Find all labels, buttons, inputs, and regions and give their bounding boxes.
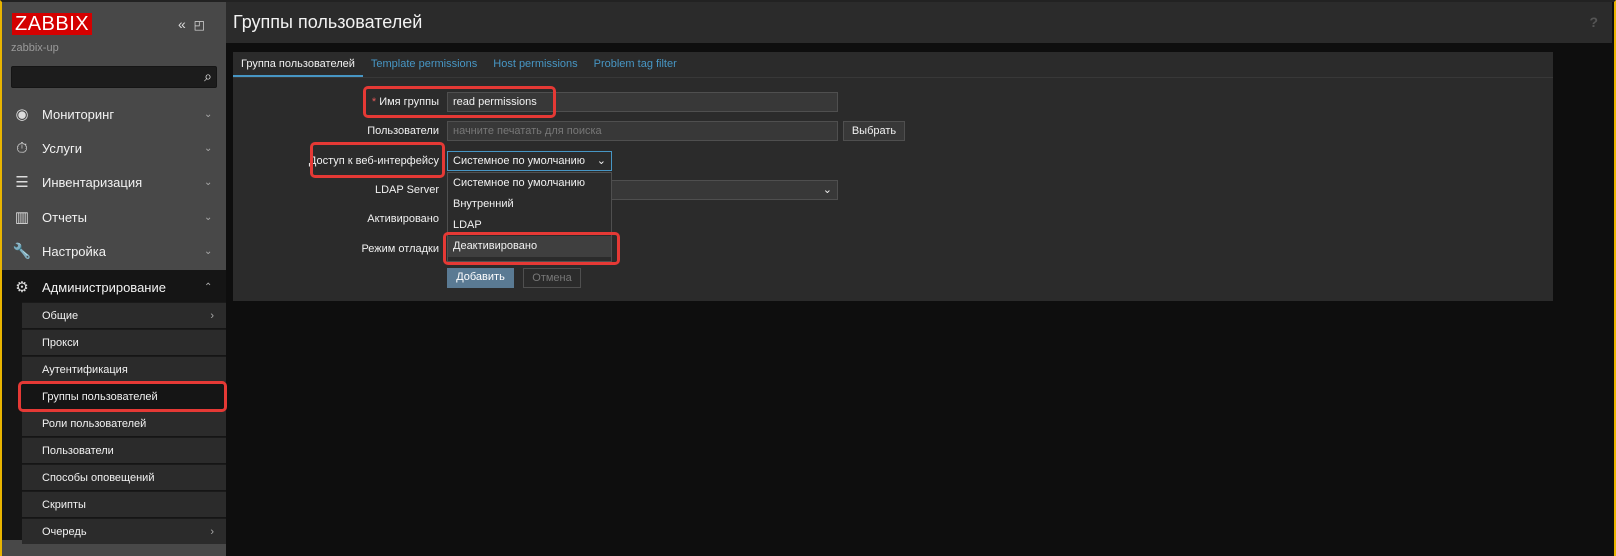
list-icon: ☰ — [15, 174, 29, 191]
menu-services[interactable]: ⏱ Услуги ⌄ — [2, 131, 226, 165]
eye-icon: ◉ — [15, 106, 29, 123]
submenu-label: Аутентификация — [42, 363, 128, 376]
menu-inventory[interactable]: ☰ Инвентаризация ⌄ — [2, 165, 226, 199]
chart-icon: ▥ — [14, 209, 30, 226]
users-label: Пользователи — [367, 125, 439, 137]
submenu-label: Пользователи — [42, 444, 114, 457]
select-value: Системное по умолчанию — [453, 155, 585, 167]
gear-icon: ⚙ — [15, 279, 29, 296]
chevron-down-icon: ⌄ — [822, 184, 832, 196]
highlight-box — [310, 142, 445, 178]
submenu-general[interactable]: Общие › — [22, 302, 226, 328]
submenu-label: Общие — [42, 309, 79, 322]
tab-host-permissions[interactable]: Host permissions — [485, 52, 585, 77]
highlight-box — [18, 381, 227, 412]
add-button[interactable]: Добавить — [447, 268, 514, 288]
page-header: Группы пользователей ? — [226, 2, 1612, 43]
sidebar-controls: « ◰ — [178, 16, 205, 32]
submenu-scripts[interactable]: Скрипты — [22, 491, 226, 517]
chevron-down-icon: ⌄ — [204, 142, 213, 154]
submenu-label: Скрипты — [42, 498, 86, 511]
submenu-label: Очередь — [42, 525, 87, 538]
menu-label: Настройка — [42, 243, 106, 259]
timer-icon: ⏱ — [16, 139, 28, 157]
chevron-down-icon: ⌄ — [204, 211, 213, 223]
submenu-proxy[interactable]: Прокси — [22, 329, 226, 355]
submenu-queue[interactable]: Очередь › — [22, 518, 226, 544]
users-input[interactable]: начните печатать для поиска — [447, 121, 838, 141]
sidebar: ZABBIX « ◰ zabbix-up ⌕ ◉ Мониторинг ⌄ ⏱ Усл… — [2, 2, 226, 556]
submenu-user-roles[interactable]: Роли пользователей — [22, 410, 226, 436]
ldap-server-label: LDAP Server — [375, 184, 439, 196]
chevron-right-icon: › — [210, 525, 214, 538]
tab-template-permissions[interactable]: Template permissions — [363, 52, 485, 77]
chevron-down-icon: ⌄ — [204, 176, 213, 188]
menu-label: Инвентаризация — [42, 174, 143, 190]
chevron-down-icon: ⌄ — [596, 155, 606, 167]
wrench-icon: 🔧 — [12, 243, 32, 260]
highlight-box — [363, 86, 556, 118]
enabled-label: Активировано — [367, 213, 439, 225]
submenu-label: Прокси — [42, 336, 79, 349]
submenu-label: Способы оповещений — [42, 471, 155, 484]
collapse-icon[interactable]: « — [178, 16, 186, 32]
option-internal[interactable]: Внутренний — [448, 194, 611, 215]
menu-configuration[interactable]: 🔧 Настройка ⌄ — [2, 234, 226, 268]
menu-reports[interactable]: ▥ Отчеты ⌄ — [2, 200, 226, 234]
highlight-box — [443, 232, 620, 265]
kiosk-icon[interactable]: ◰ — [194, 18, 205, 32]
menu-label: Администрирование — [42, 279, 166, 295]
submenu-label: Роли пользователей — [42, 417, 147, 430]
help-icon[interactable]: ? — [1589, 14, 1598, 30]
menu-administration[interactable]: ⚙ Администрирование ⌃ — [2, 270, 226, 304]
option-system-default[interactable]: Системное по умолчанию — [448, 173, 611, 194]
menu-label: Мониторинг — [42, 106, 115, 122]
menu-monitoring[interactable]: ◉ Мониторинг ⌄ — [2, 97, 226, 131]
server-name: zabbix-up — [11, 42, 59, 54]
chevron-down-icon: ⌄ — [204, 245, 213, 257]
tab-problem-tag-filter[interactable]: Problem tag filter — [586, 52, 685, 77]
menu-label: Услуги — [42, 140, 82, 156]
debug-mode-label: Режим отладки — [361, 243, 439, 255]
chevron-up-icon: ⌃ — [204, 281, 213, 293]
search-input[interactable]: ⌕ — [11, 66, 217, 88]
cancel-button[interactable]: Отмена — [523, 268, 581, 288]
submenu-authentication[interactable]: Аутентификация — [22, 356, 226, 382]
page-title: Группы пользователей — [233, 12, 423, 32]
tab-bar: Группа пользователей Template permission… — [233, 52, 1553, 78]
submenu-users[interactable]: Пользователи — [22, 437, 226, 463]
chevron-right-icon: › — [210, 309, 214, 322]
chevron-down-icon: ⌄ — [204, 108, 213, 120]
tab-user-group[interactable]: Группа пользователей — [233, 52, 363, 77]
select-button[interactable]: Выбрать — [843, 121, 905, 141]
search-icon[interactable]: ⌕ — [204, 68, 212, 85]
zabbix-logo[interactable]: ZABBIX — [12, 13, 93, 35]
submenu-media-types[interactable]: Способы оповещений — [22, 464, 226, 490]
menu-label: Отчеты — [42, 209, 87, 225]
frontend-access-select[interactable]: Системное по умолчанию ⌄ — [447, 151, 612, 171]
